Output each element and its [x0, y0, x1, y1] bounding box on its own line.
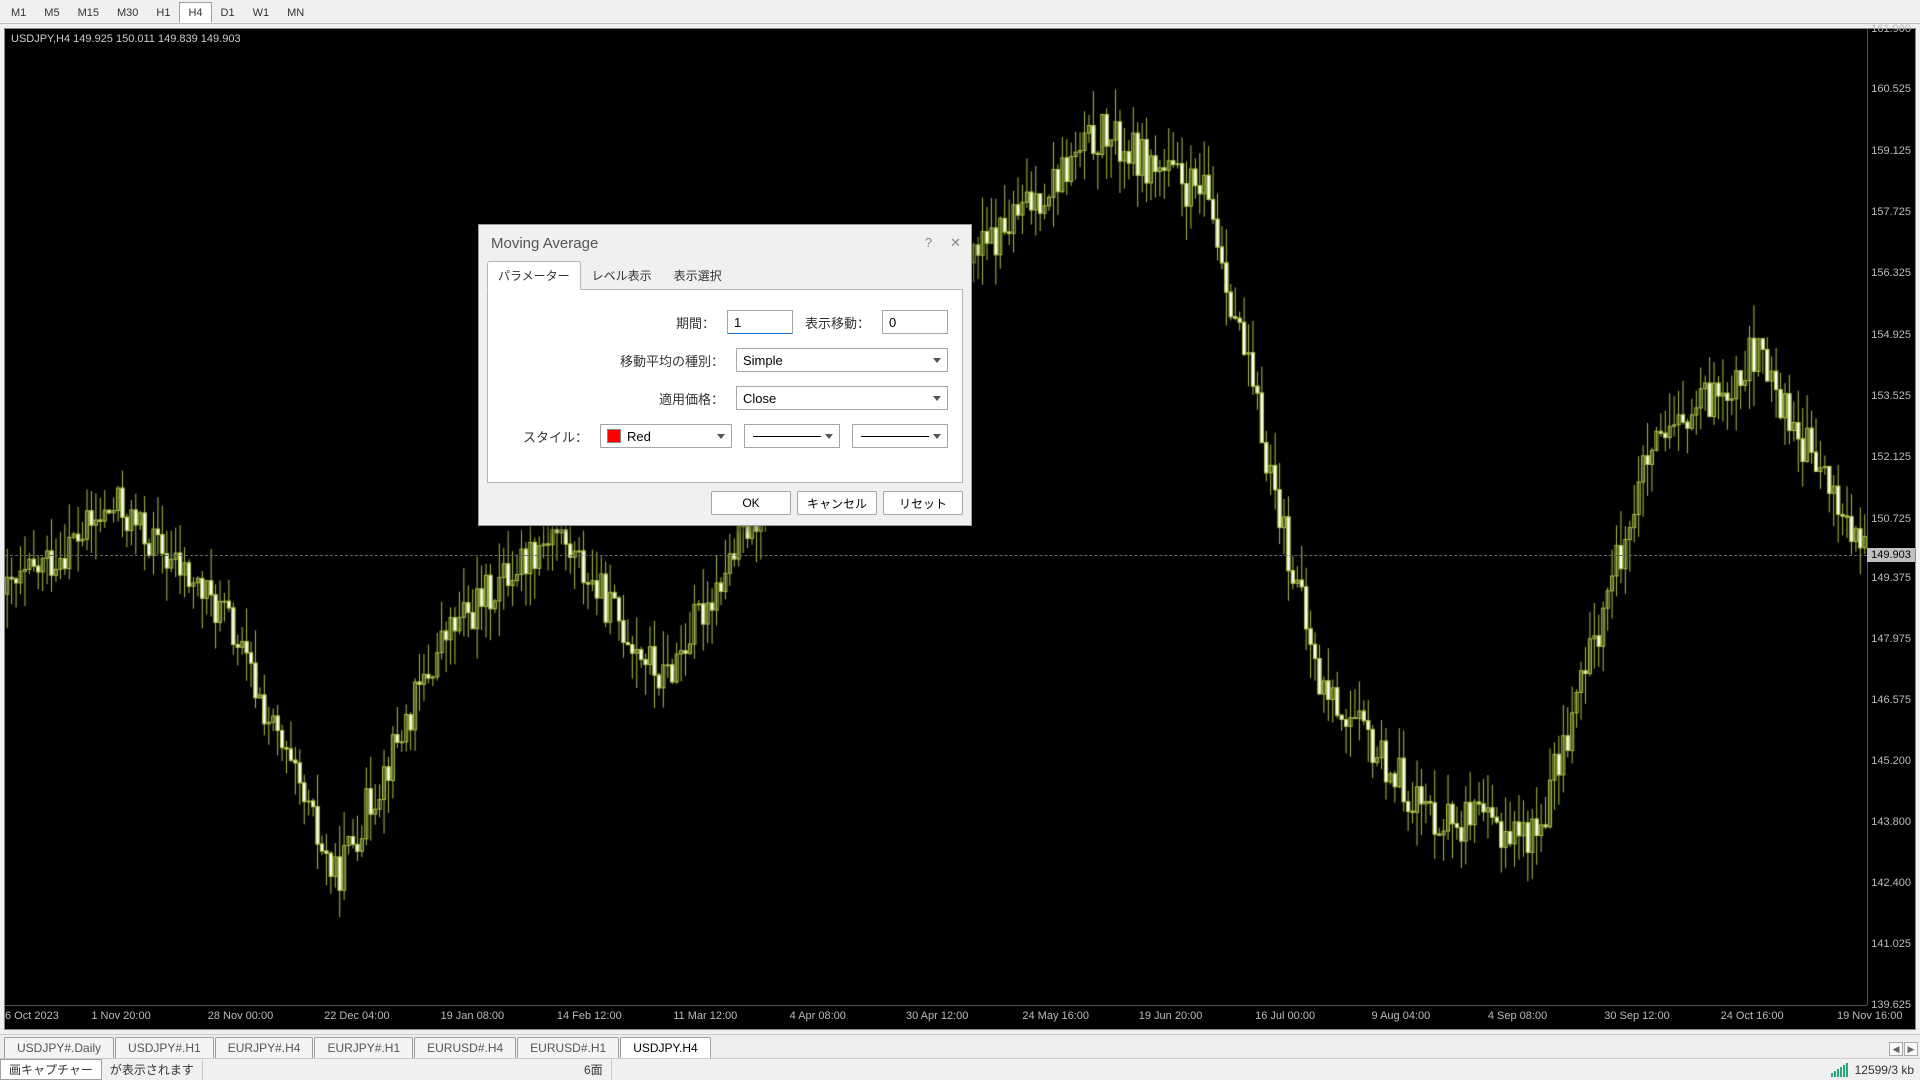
price-tick: 145.200 — [1871, 755, 1911, 767]
price-tick: 160.525 — [1871, 83, 1911, 95]
style-label: スタイル： — [523, 427, 588, 446]
time-tick: 1 Nov 20:00 — [91, 1010, 150, 1022]
price-tick: 142.400 — [1871, 877, 1911, 889]
period-label: 期間： — [676, 313, 715, 332]
price-tick: 156.325 — [1871, 267, 1911, 279]
period-input[interactable] — [727, 310, 793, 334]
time-tick: 19 Jan 08:00 — [441, 1010, 505, 1022]
timeframe-m30[interactable]: M30 — [108, 2, 147, 23]
price-tick: 154.925 — [1871, 329, 1911, 341]
moving-average-dialog: Moving Average ? ✕ パラメーターレベル表示表示選択 期間： 表… — [478, 224, 972, 526]
time-tick: 9 Aug 04:00 — [1372, 1010, 1431, 1022]
time-tick: 19 Jun 20:00 — [1139, 1010, 1203, 1022]
cancel-button[interactable]: キャンセル — [797, 491, 877, 515]
chart-frame: USDJPY,H4 149.925 150.011 149.839 149.90… — [4, 28, 1916, 1030]
price-tick: 159.125 — [1871, 145, 1911, 157]
price-tick: 143.800 — [1871, 816, 1911, 828]
reset-button[interactable]: リセット — [883, 491, 963, 515]
time-tick: 30 Apr 12:00 — [906, 1010, 968, 1022]
chart-tab[interactable]: EURJPY#.H4 — [215, 1037, 314, 1058]
price-tick: 152.125 — [1871, 451, 1911, 463]
time-tick: 22 Dec 04:00 — [324, 1010, 389, 1022]
style-width-select[interactable] — [852, 424, 948, 448]
tab-scroll-left-icon[interactable]: ◀ — [1889, 1042, 1903, 1056]
dialog-body: 期間： 表示移動： 移動平均の種別： Simple 適用価格： Close スタ… — [487, 289, 963, 483]
time-tick: 6 Oct 2023 — [5, 1010, 59, 1022]
current-price-line — [5, 555, 1867, 556]
time-tick: 4 Sep 08:00 — [1488, 1010, 1547, 1022]
chart-tab[interactable]: USDJPY#.H1 — [115, 1037, 214, 1058]
time-tick: 16 Jul 00:00 — [1255, 1010, 1315, 1022]
timeframe-toolbar: M1M5M15M30H1H4D1W1MN — [0, 0, 1920, 24]
time-tick: 19 Nov 16:00 — [1837, 1010, 1902, 1022]
style-color-select[interactable]: Red — [600, 424, 732, 448]
chart-header: USDJPY,H4 149.925 150.011 149.839 149.90… — [11, 33, 241, 45]
price-tick: 161.900 — [1871, 23, 1911, 35]
shift-input[interactable] — [882, 310, 948, 334]
chart-container: USDJPY,H4 149.925 150.011 149.839 149.90… — [0, 24, 1920, 1034]
ok-button[interactable]: OK — [711, 491, 791, 515]
timeframe-m5[interactable]: M5 — [35, 2, 68, 23]
dialog-tab[interactable]: 表示選択 — [663, 261, 733, 290]
timeframe-m1[interactable]: M1 — [2, 2, 35, 23]
close-icon[interactable]: ✕ — [950, 235, 961, 251]
dialog-tab[interactable]: パラメーター — [487, 261, 581, 290]
tab-scroll-right-icon[interactable]: ▶ — [1904, 1042, 1918, 1056]
price-tick: 141.025 — [1871, 938, 1911, 950]
price-tick: 157.725 — [1871, 206, 1911, 218]
shift-label: 表示移動： — [805, 313, 870, 332]
price-tick: 153.525 — [1871, 390, 1911, 402]
timeframe-m15[interactable]: M15 — [69, 2, 108, 23]
time-tick: 4 Apr 08:00 — [790, 1010, 846, 1022]
timeframe-w1[interactable]: W1 — [244, 2, 279, 23]
timeframe-d1[interactable]: D1 — [212, 2, 244, 23]
price-tick: 150.725 — [1871, 513, 1911, 525]
help-icon[interactable]: ? — [925, 235, 932, 251]
dialog-tabs: パラメーターレベル表示表示選択 — [479, 261, 971, 290]
apply-select[interactable]: Close — [736, 386, 948, 410]
price-tick: 147.975 — [1871, 633, 1911, 645]
chart-tab[interactable]: EURUSD#.H1 — [517, 1037, 619, 1058]
status-screens: 6面 — [576, 1059, 612, 1080]
time-axis: 6 Oct 2023 1 Nov 20:00 28 Nov 00:00 22 Dec … — [5, 1005, 1867, 1029]
price-axis: 161.900160.525159.125157.725156.325154.9… — [1867, 29, 1915, 1005]
network-bars-icon — [1831, 1063, 1849, 1077]
status-bar: 画キャプチャー が表示されます 6面 12599/3 kb — [0, 1058, 1920, 1080]
chart-tab[interactable]: EURJPY#.H1 — [314, 1037, 413, 1058]
dialog-tab[interactable]: レベル表示 — [581, 261, 663, 290]
timeframe-h1[interactable]: H1 — [147, 2, 179, 23]
apply-label: 適用価格： — [659, 389, 724, 408]
timeframe-mn[interactable]: MN — [278, 2, 313, 23]
timeframe-h4[interactable]: H4 — [179, 2, 211, 23]
time-tick: 14 Feb 12:00 — [557, 1010, 622, 1022]
dialog-titlebar[interactable]: Moving Average ? ✕ — [479, 225, 971, 261]
time-tick: 24 May 16:00 — [1022, 1010, 1089, 1022]
method-label: 移動平均の種別： — [620, 351, 724, 370]
status-network: 12599/3 kb — [1855, 1063, 1914, 1077]
status-message: が表示されます — [102, 1059, 203, 1080]
current-price-marker: 149.903 — [1867, 548, 1915, 562]
time-tick: 30 Sep 12:00 — [1604, 1010, 1669, 1022]
dialog-title: Moving Average — [491, 235, 598, 252]
price-tick: 146.575 — [1871, 694, 1911, 706]
chart-tab[interactable]: EURUSD#.H4 — [414, 1037, 516, 1058]
method-select[interactable]: Simple — [736, 348, 948, 372]
status-capture[interactable]: 画キャプチャー — [0, 1059, 102, 1080]
chart-tab[interactable]: USDJPY#.Daily — [4, 1037, 114, 1058]
color-swatch-icon — [607, 429, 621, 443]
chart-tabbar: USDJPY#.DailyUSDJPY#.H1EURJPY#.H4EURJPY#… — [0, 1034, 1920, 1058]
style-line-select[interactable] — [744, 424, 840, 448]
time-tick: 24 Oct 16:00 — [1721, 1010, 1784, 1022]
time-tick: 11 Mar 12:00 — [673, 1010, 737, 1022]
chart-tab[interactable]: USDJPY.H4 — [620, 1037, 710, 1058]
price-tick: 149.375 — [1871, 572, 1911, 584]
time-tick: 28 Nov 00:00 — [208, 1010, 273, 1022]
